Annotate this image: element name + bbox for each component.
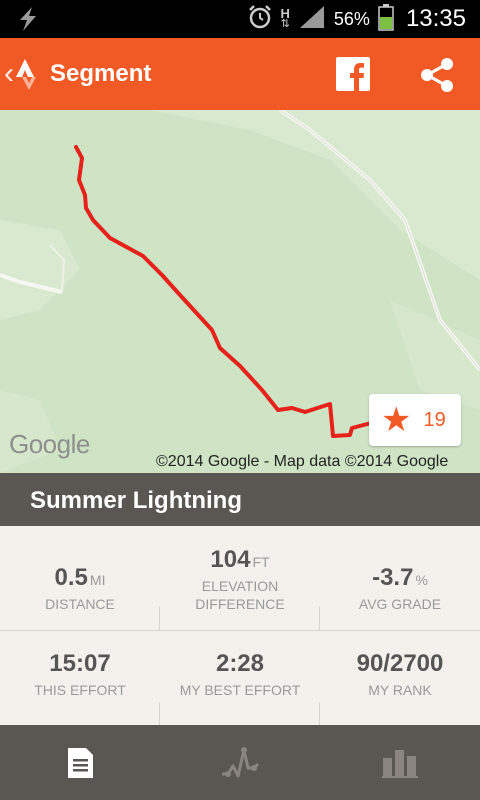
segment-stats: 0.5 MI DISTANCE 104 FT ELEVATION DIFFERENC… [0,526,480,725]
distance-unit: MI [89,572,106,588]
best-effort-value: 2:28 [215,650,265,677]
google-logo: Google [9,429,90,459]
data-arrows-icon: H ⇅ [280,6,290,30]
segment-name: Summer Lightning [30,487,242,514]
battery-icon [378,3,394,36]
grade-value: -3.7 [372,564,414,591]
divider [319,702,320,725]
back-chevron-icon: ‹ [4,57,14,90]
battery-percent: 56% [333,8,370,29]
divider [159,702,160,725]
grade-label: AVG GRADE [358,596,442,612]
elevation-value: 104 [210,546,251,573]
grade-unit: % [415,572,428,588]
elevation-label-line2: DIFFERENCE [195,596,285,612]
stat-grade: -3.7% AVG GRADE [320,564,480,613]
divider [159,606,160,630]
facebook-button[interactable] [336,57,370,91]
lightning-icon [14,6,42,37]
segment-map[interactable]: Google ©2014 Google - Map data ©2014 Goo… [0,110,480,473]
distance-value: 0.5 [54,564,88,591]
best-effort-label: MY BEST EFFORT [179,682,301,698]
elevation-unit: FT [252,554,270,570]
tab-analysis[interactable] [160,725,320,800]
share-button[interactable] [418,56,456,94]
alarm-icon [247,4,273,35]
activity-graph-icon [222,746,260,777]
page-title: Segment [50,60,152,87]
facebook-icon [336,57,370,91]
elevation-label-line1: ELEVATION [201,578,279,594]
this-effort-label: THIS EFFORT [34,682,126,698]
app-bar: ‹ Segment [0,38,480,110]
stat-distance: 0.5 MI DISTANCE [0,564,160,613]
share-icon [421,58,453,92]
divider [0,630,480,631]
stat-elevation: 104 FT ELEVATION DIFFERENCE [160,546,320,613]
clock: 13:35 [405,5,466,32]
star-count: 19 [423,408,446,431]
stat-best-effort: 2:28 MY BEST EFFORT [160,650,320,699]
star-icon: ★ [381,401,412,439]
tab-leaderboard[interactable] [320,725,480,800]
strava-logo-icon [14,57,42,91]
back-button[interactable]: ‹ Segment [0,38,170,110]
stat-rank: 90/2700 MY RANK [320,650,480,699]
rank-value: 90/2700 [356,650,444,677]
tab-overview[interactable] [0,725,160,800]
rank-label: MY RANK [368,682,432,698]
star-segment-button[interactable]: ★ 19 [369,394,461,446]
leaderboard-icon [382,749,418,778]
map-copyright: ©2014 Google - Map data ©2014 Google [156,453,449,470]
segment-header: Summer Lightning [0,473,480,526]
bottom-nav [0,725,480,800]
status-bar: H ⇅ 56% 13:35 [0,0,480,38]
document-icon [68,747,93,778]
distance-label: DISTANCE [45,596,115,612]
stat-this-effort: 15:07 THIS EFFORT [0,650,160,699]
divider [319,606,320,630]
this-effort-value: 15:07 [49,650,111,677]
signal-icon [298,4,326,35]
